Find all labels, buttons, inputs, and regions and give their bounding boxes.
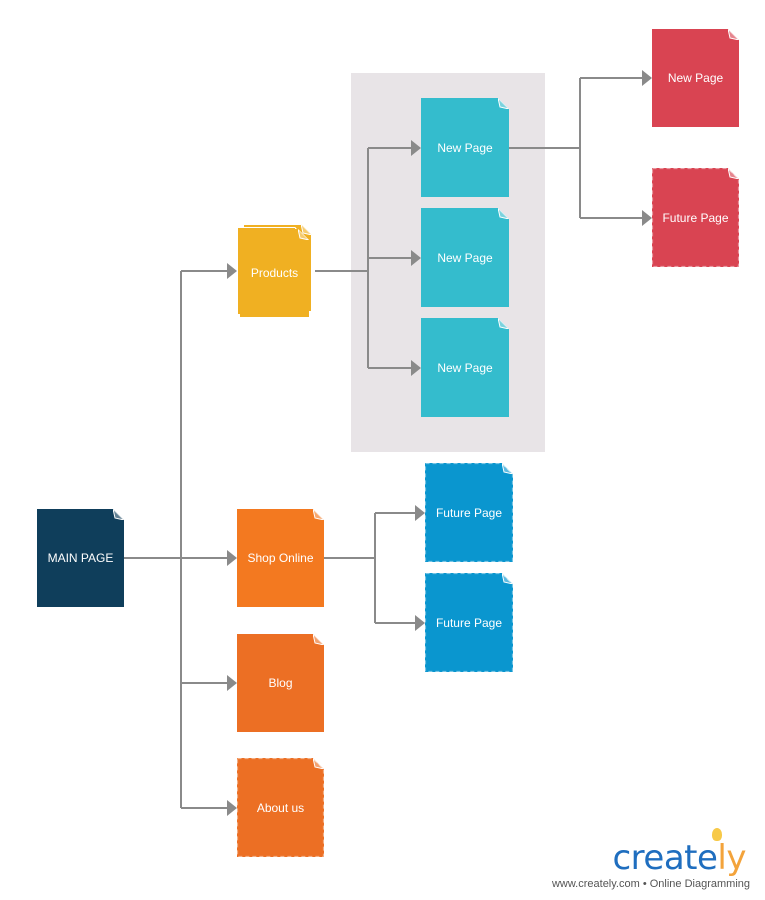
node-blue-future-page-1[interactable]: Future Page bbox=[425, 463, 513, 562]
node-blue-future-page-2[interactable]: Future Page bbox=[425, 573, 513, 672]
node-red-future-page[interactable]: Future Page bbox=[652, 168, 739, 267]
arrowhead-icon bbox=[227, 263, 237, 279]
creately-logo[interactable]: creately www.creately.com • Online Diagr… bbox=[528, 826, 758, 892]
arrowhead-icon bbox=[411, 140, 421, 156]
arrowhead-icon bbox=[411, 360, 421, 376]
node-blog[interactable]: Blog bbox=[237, 634, 324, 732]
arrowhead-icon bbox=[642, 70, 652, 86]
node-label: New Page bbox=[437, 250, 493, 265]
node-label: New Page bbox=[667, 71, 724, 85]
node-label: New Page bbox=[437, 140, 493, 155]
node-label: Shop Online bbox=[247, 551, 314, 565]
logo-tagline: www.creately.com • Online Diagramming bbox=[551, 878, 750, 890]
dashed-border bbox=[652, 168, 739, 267]
logo-wordmark: creately bbox=[612, 838, 746, 878]
node-main[interactable]: MAIN PAGE bbox=[37, 509, 124, 607]
node-about-us[interactable]: About us bbox=[237, 758, 324, 857]
arrowhead-icon bbox=[227, 675, 237, 691]
arrowhead-icon bbox=[411, 250, 421, 266]
node-label: New Page bbox=[437, 360, 493, 375]
arrowhead-icon bbox=[415, 615, 425, 631]
node-shop-online[interactable]: Shop Online bbox=[237, 509, 324, 607]
node-new-page-1[interactable]: New Page bbox=[421, 98, 509, 197]
node-label: Products bbox=[250, 266, 299, 280]
node-new-page-3[interactable]: New Page bbox=[421, 318, 509, 417]
arrowhead-icon bbox=[227, 800, 237, 816]
node-red-new-page[interactable]: New Page bbox=[652, 29, 739, 127]
node-products[interactable]: Products bbox=[240, 229, 309, 317]
arrowhead-icon bbox=[227, 550, 237, 566]
dashed-border bbox=[425, 573, 513, 672]
dashed-border bbox=[237, 758, 324, 857]
node-label: Blog bbox=[268, 676, 293, 690]
node-label: MAIN PAGE bbox=[47, 551, 114, 565]
connectors-layer bbox=[124, 70, 652, 816]
diagram-canvas: MAIN PAGE Products New Page New Page New Pag… bbox=[0, 0, 765, 900]
arrowhead-icon bbox=[642, 210, 652, 226]
node-new-page-2[interactable]: New Page bbox=[421, 208, 509, 307]
dashed-border bbox=[425, 463, 513, 562]
arrowhead-icon bbox=[415, 505, 425, 521]
